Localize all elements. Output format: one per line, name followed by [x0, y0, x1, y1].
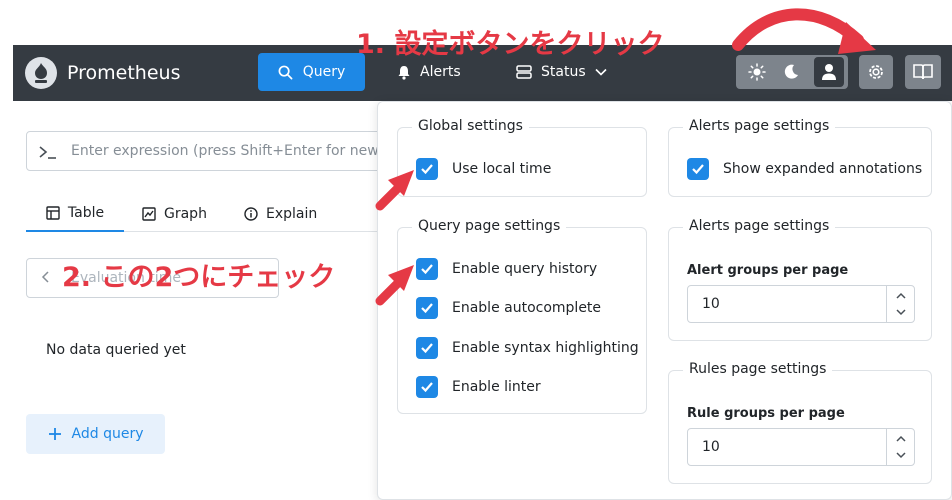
checkbox-checked-icon[interactable] — [416, 337, 438, 359]
graph-icon — [142, 207, 156, 221]
alert-groups-per-page-label: Alert groups per page — [687, 263, 849, 278]
query-page-settings-group: Query page settings Enable query history… — [397, 218, 647, 414]
alerts-annotations-group: Alerts page settings Show expanded annot… — [668, 118, 932, 197]
docs-button[interactable] — [905, 55, 941, 89]
sun-icon — [748, 63, 766, 81]
enable-autocomplete-checkbox[interactable]: Enable autocomplete — [416, 297, 601, 319]
info-icon — [244, 207, 258, 221]
rule-groups-per-page-input[interactable]: 10 — [687, 428, 915, 466]
nav-query-button[interactable]: Query — [258, 53, 365, 91]
checkbox-checked-icon[interactable] — [416, 376, 438, 398]
checkbox-checked-icon[interactable] — [416, 258, 438, 280]
chevron-down-icon[interactable] — [895, 306, 907, 318]
chevron-left-icon[interactable] — [41, 270, 51, 284]
user-icon — [822, 64, 836, 80]
enable-syntax-highlighting-checkbox[interactable]: Enable syntax highlighting — [416, 337, 639, 359]
rules-page-settings-group: Rules page settings Rule groups per page… — [668, 361, 932, 484]
nav-alerts-label: Alerts — [420, 64, 461, 80]
nav-status-label: Status — [541, 64, 586, 80]
annotation-step-1: 1. 設定ボタンをクリック — [356, 29, 665, 60]
rules-page-settings-legend: Rules page settings — [683, 361, 833, 377]
gear-icon — [869, 65, 883, 79]
global-settings-legend: Global settings — [412, 118, 529, 134]
alert-groups-per-page-input[interactable]: 10 — [687, 285, 915, 323]
enable-linter-label: Enable linter — [452, 379, 541, 395]
enable-query-history-checkbox[interactable]: Enable query history — [416, 258, 597, 280]
terminal-prompt-icon — [39, 146, 56, 159]
alerts-groups-settings-group: Alerts page settings Alert groups per pa… — [668, 218, 932, 341]
tab-explain-label: Explain — [266, 206, 318, 222]
dark-theme-button[interactable] — [776, 57, 806, 87]
enable-autocomplete-label: Enable autocomplete — [452, 300, 602, 316]
tab-table-label: Table — [67, 205, 105, 221]
checkbox-checked-icon[interactable] — [687, 158, 709, 180]
add-query-label: Add query — [71, 426, 144, 442]
tab-table[interactable]: Table — [26, 196, 124, 232]
tab-graph[interactable]: Graph — [142, 196, 207, 232]
bell-icon — [398, 65, 410, 80]
tab-graph-label: Graph — [164, 206, 207, 222]
rule-groups-per-page-value: 10 — [702, 439, 720, 455]
number-stepper[interactable] — [886, 286, 914, 322]
alert-groups-per-page-value: 10 — [702, 296, 720, 312]
prometheus-logo-icon — [25, 57, 57, 89]
checkbox-checked-icon[interactable] — [416, 297, 438, 319]
enable-query-history-label: Enable query history — [452, 261, 598, 277]
use-local-time-checkbox[interactable]: Use local time — [416, 158, 551, 180]
moon-icon — [784, 64, 798, 79]
enable-syntax-highlighting-label: Enable syntax highlighting — [452, 340, 639, 356]
number-stepper[interactable] — [886, 429, 914, 465]
tab-explain[interactable]: Explain — [244, 196, 317, 232]
light-theme-button[interactable] — [742, 57, 772, 87]
expression-placeholder: Enter expression (press Shift+Enter for … — [71, 143, 396, 159]
nav-query-label: Query — [302, 64, 346, 80]
no-data-message: No data queried yet — [46, 342, 186, 358]
chevron-up-icon[interactable] — [895, 433, 907, 445]
show-expanded-annotations-label: Show expanded annotations — [723, 161, 923, 177]
book-icon — [913, 64, 933, 80]
brand[interactable]: Prometheus — [25, 57, 180, 89]
query-page-settings-legend: Query page settings — [412, 218, 567, 234]
theme-switcher — [736, 55, 848, 89]
rule-groups-per-page-label: Rule groups per page — [687, 406, 845, 421]
chevron-down-icon[interactable] — [895, 449, 907, 461]
checkbox-checked-icon[interactable] — [416, 158, 438, 180]
brand-name: Prometheus — [67, 62, 181, 84]
alerts-groups-legend: Alerts page settings — [683, 218, 836, 234]
curved-arrow-to-settings-icon — [732, 8, 864, 51]
server-icon — [516, 65, 532, 79]
show-expanded-annotations-checkbox[interactable]: Show expanded annotations — [687, 158, 922, 180]
query-tabs: Table Graph Explain — [26, 196, 406, 232]
settings-button[interactable] — [859, 55, 893, 89]
add-query-button[interactable]: Add query — [26, 414, 165, 454]
alerts-annotations-legend: Alerts page settings — [683, 118, 836, 134]
plus-icon — [48, 428, 61, 440]
settings-popover: Global settings Use local time Query pag… — [377, 101, 952, 500]
search-icon — [278, 65, 293, 79]
expression-input[interactable]: Enter expression (press Shift+Enter for … — [26, 131, 406, 171]
use-local-time-label: Use local time — [452, 161, 552, 177]
chevron-down-icon — [595, 68, 607, 76]
global-settings-group: Global settings Use local time — [397, 118, 647, 197]
annotation-step-2: 2. この2つにチェック — [62, 262, 336, 293]
table-icon — [46, 206, 60, 220]
auto-theme-button[interactable] — [814, 57, 844, 87]
enable-linter-checkbox[interactable]: Enable linter — [416, 376, 541, 398]
chevron-up-icon[interactable] — [895, 290, 907, 302]
